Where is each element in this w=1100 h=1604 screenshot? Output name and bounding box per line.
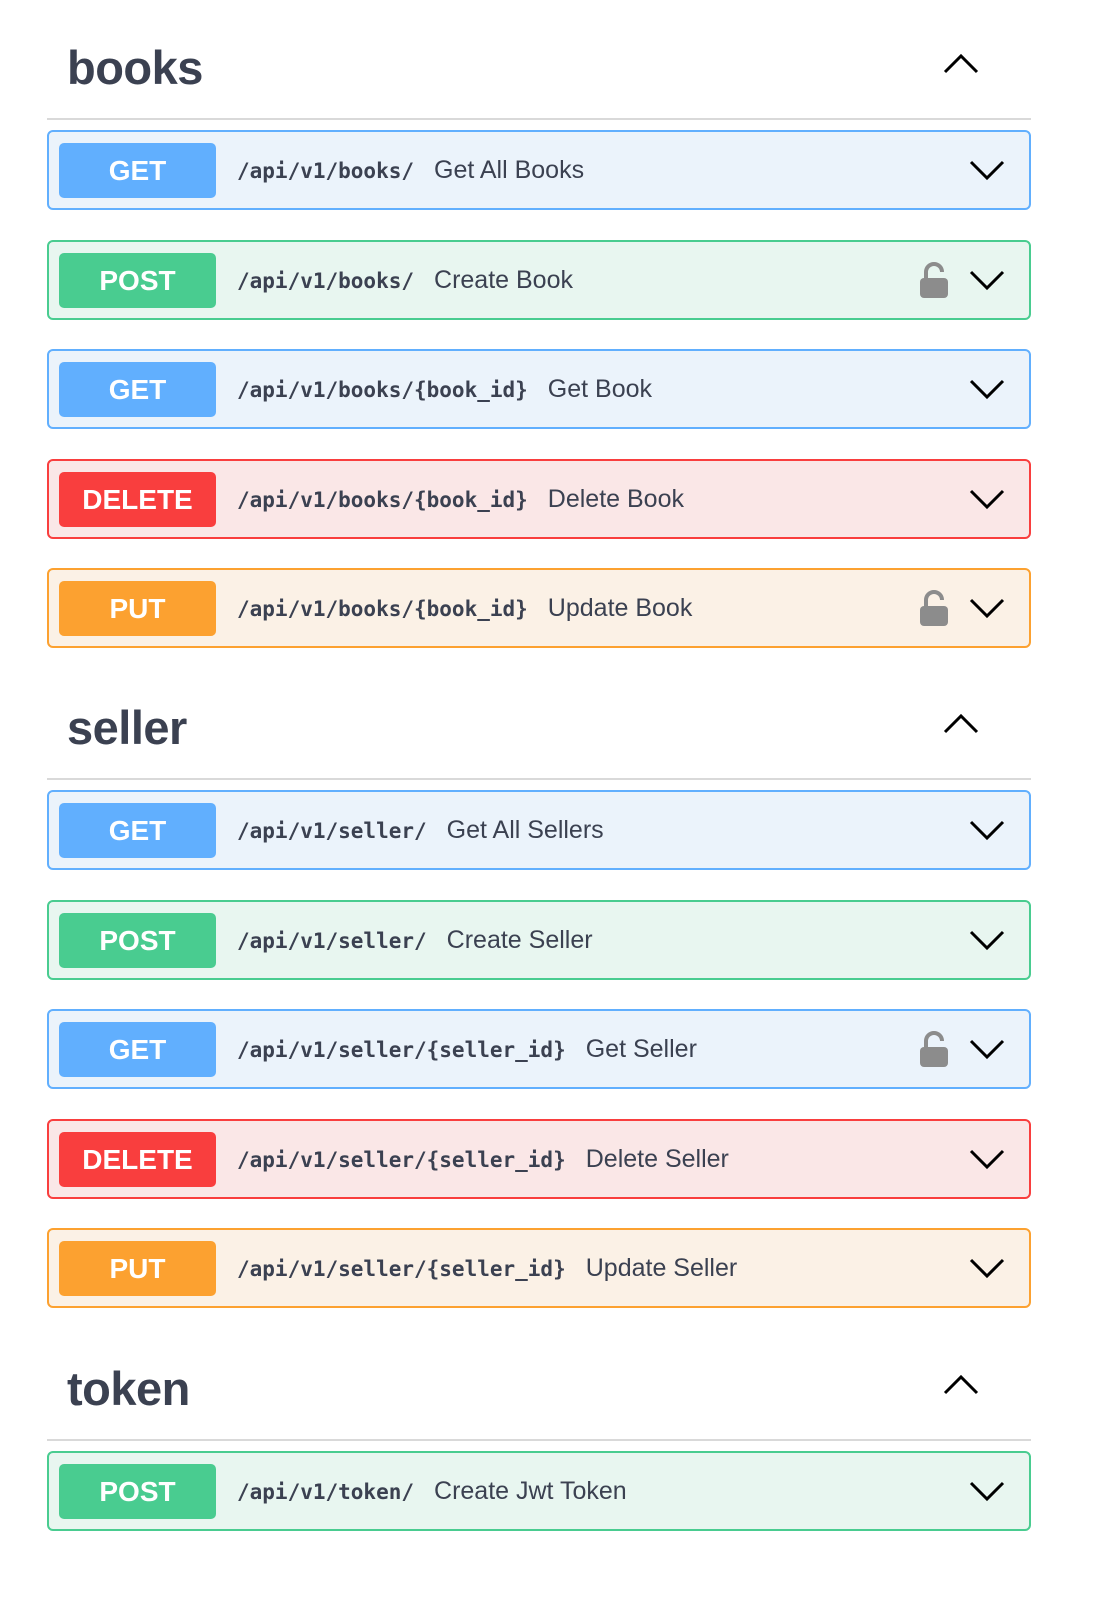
endpoint-path: /api/v1/books/ (237, 159, 415, 183)
endpoint-path: /api/v1/seller/{seller_id} (237, 1038, 566, 1062)
opblock-put-seller[interactable]: PUT /api/v1/seller/{seller_id} Update Sel… (47, 1228, 1031, 1308)
opblock-summary[interactable]: /api/v1/seller/Create Seller (237, 902, 593, 978)
endpoint-summary: Update Book (547, 594, 693, 622)
method-badge: GET (59, 803, 216, 858)
endpoint-summary: Get Seller (585, 1035, 697, 1063)
endpoint-summary: Delete Seller (585, 1145, 729, 1173)
endpoint-path: /api/v1/token/ (237, 1480, 415, 1504)
endpoint-path: /api/v1/books/{book_id} (237, 597, 528, 621)
opblock-put-book[interactable]: PUT /api/v1/books/{book_id} Update Book (47, 568, 1031, 648)
opblock-summary[interactable]: /api/v1/books/{book_id} Get Book (237, 351, 652, 427)
lock-icon[interactable] (917, 1029, 951, 1069)
lock-icon[interactable] (917, 260, 951, 300)
method-badge: GET (59, 1022, 216, 1077)
chevron-down-icon[interactable] (967, 1029, 1007, 1069)
endpoint-summary: Update Seller (585, 1254, 738, 1282)
endpoint-path: /api/v1/seller/{seller_id} (237, 1257, 566, 1281)
opblock-get-books[interactable]: GET /api/v1/books/Get All Books (47, 130, 1031, 210)
endpoint-summary: Delete Book (547, 485, 684, 513)
opblock-post-token[interactable]: POST /api/v1/token/Create Jwt Token (47, 1451, 1031, 1531)
opblock-summary[interactable]: /api/v1/seller/{seller_id} Update Seller (237, 1230, 737, 1306)
opblock-summary[interactable]: /api/v1/books/{book_id} Delete Book (237, 461, 684, 537)
chevron-down-icon[interactable] (967, 479, 1007, 519)
endpoint-summary: Create Seller (446, 926, 593, 954)
chevron-down-icon[interactable] (967, 920, 1007, 960)
endpoint-path: /api/v1/books/{book_id} (237, 378, 528, 402)
endpoint-summary: Get All Books (434, 156, 585, 184)
method-badge: POST (59, 253, 216, 308)
opblock-get-book[interactable]: GET /api/v1/books/{book_id} Get Book (47, 349, 1031, 429)
method-badge: GET (59, 362, 216, 417)
endpoint-summary: Create Jwt Token (434, 1477, 627, 1505)
tag-title[interactable]: seller (67, 700, 187, 755)
chevron-down-icon[interactable] (967, 810, 1007, 850)
opblock-summary[interactable]: /api/v1/books/{book_id} Update Book (237, 570, 692, 646)
opblock-summary[interactable]: /api/v1/books/Create Book (237, 242, 573, 318)
endpoint-summary: Get Book (547, 375, 653, 403)
opblock-summary[interactable]: /api/v1/seller/{seller_id} Get Seller (237, 1011, 697, 1087)
opblock-summary[interactable]: /api/v1/seller/{seller_id} Delete Seller (237, 1121, 729, 1197)
tag-header-books[interactable]: books (47, 0, 1031, 120)
chevron-down-icon[interactable] (967, 1248, 1007, 1288)
chevron-up-icon[interactable] (941, 44, 981, 84)
opblock-summary[interactable]: /api/v1/token/Create Jwt Token (237, 1453, 627, 1529)
lock-icon[interactable] (917, 588, 951, 628)
endpoint-path: /api/v1/books/ (237, 269, 415, 293)
endpoint-summary: Create Book (434, 266, 573, 294)
method-badge: DELETE (59, 472, 216, 527)
tag-title[interactable]: books (67, 40, 203, 95)
tag-header-token[interactable]: token (47, 1321, 1031, 1441)
tag-section-books: books GET /api/v1/books/Get All Books PO… (47, 0, 1031, 648)
opblock-delete-book[interactable]: DELETE /api/v1/books/{book_id} Delete Boo… (47, 459, 1031, 539)
method-badge: PUT (59, 1241, 216, 1296)
opblock-delete-seller[interactable]: DELETE /api/v1/seller/{seller_id} Delete … (47, 1119, 1031, 1199)
chevron-down-icon[interactable] (967, 260, 1007, 300)
tag-section-token: token POST /api/v1/token/Create Jwt Toke… (47, 1321, 1031, 1531)
endpoint-summary: Get All Sellers (446, 816, 604, 844)
opblock-get-seller[interactable]: GET /api/v1/seller/{seller_id} Get Seller (47, 1009, 1031, 1089)
endpoint-path: /api/v1/seller/ (237, 929, 427, 953)
tag-header-seller[interactable]: seller (47, 660, 1031, 780)
chevron-up-icon[interactable] (941, 1365, 981, 1405)
opblock-get-sellers[interactable]: GET /api/v1/seller/Get All Sellers (47, 790, 1031, 870)
chevron-down-icon[interactable] (967, 1139, 1007, 1179)
opblock-summary[interactable]: /api/v1/books/Get All Books (237, 132, 584, 208)
tag-section-seller: seller GET /api/v1/seller/Get All Seller… (47, 660, 1031, 1308)
chevron-down-icon[interactable] (967, 1471, 1007, 1511)
chevron-down-icon[interactable] (967, 150, 1007, 190)
chevron-up-icon[interactable] (941, 704, 981, 744)
method-badge: GET (59, 143, 216, 198)
chevron-down-icon[interactable] (967, 369, 1007, 409)
endpoint-path: /api/v1/seller/ (237, 819, 427, 843)
endpoint-path: /api/v1/seller/{seller_id} (237, 1148, 566, 1172)
opblock-summary[interactable]: /api/v1/seller/Get All Sellers (237, 792, 604, 868)
opblock-post-seller[interactable]: POST /api/v1/seller/Create Seller (47, 900, 1031, 980)
method-badge: PUT (59, 581, 216, 636)
method-badge: POST (59, 1464, 216, 1519)
method-badge: POST (59, 913, 216, 968)
endpoint-path: /api/v1/books/{book_id} (237, 488, 528, 512)
opblock-post-books[interactable]: POST /api/v1/books/Create Book (47, 240, 1031, 320)
tag-title[interactable]: token (67, 1361, 190, 1416)
method-badge: DELETE (59, 1132, 216, 1187)
chevron-down-icon[interactable] (967, 588, 1007, 628)
